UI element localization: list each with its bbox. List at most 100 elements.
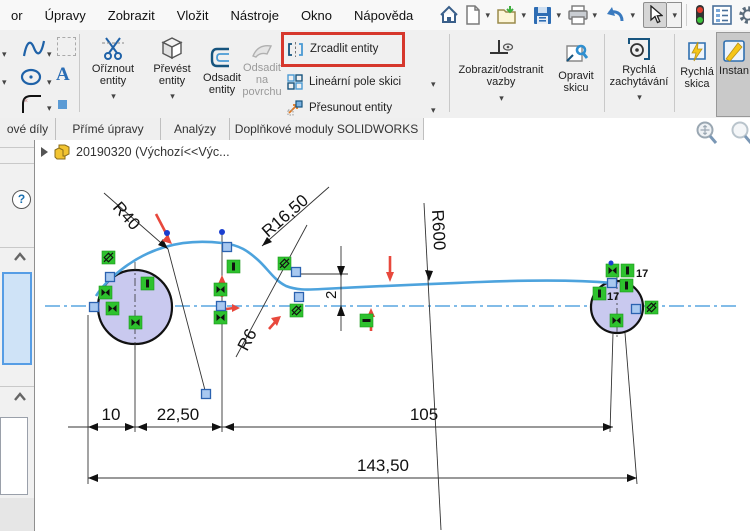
options-button[interactable]: ▾ [735, 2, 750, 28]
select-tool-button[interactable] [643, 2, 668, 28]
tangent-constraint-icon[interactable] [289, 303, 304, 318]
fillet-tool-icon[interactable]: × [20, 92, 44, 116]
sketch-point-handle[interactable] [215, 300, 227, 312]
repair-sketch-button[interactable]: Opravit skicu [551, 42, 601, 94]
groupbox-collapse-chevron[interactable] [13, 392, 27, 401]
properties-button[interactable] [709, 2, 735, 28]
sketch-point-handle[interactable] [606, 277, 618, 289]
rapid-sketch-button[interactable]: Rychlá skica [677, 40, 717, 90]
new-document-dropdown[interactable]: ▾ [483, 10, 492, 21]
sketch-point-handle[interactable] [200, 388, 212, 400]
dim-143-50[interactable]: 143,50 [357, 456, 409, 475]
groupbox-collapse-chevron[interactable] [13, 252, 27, 261]
trim-entities-button[interactable]: Oříznout entity ▾ [82, 35, 144, 102]
graphics-area[interactable]: 20190320 (Výchozí<<Výc... R40 R16,50 R6 … [35, 140, 750, 531]
coincident-constraint-icon[interactable] [605, 263, 620, 278]
endpoint-dot[interactable] [608, 260, 614, 266]
vertical-constraint-icon[interactable] [592, 286, 607, 301]
quick-snaps-dropdown[interactable]: ▾ [637, 92, 642, 102]
menu-soubor-cut[interactable]: or [0, 0, 34, 30]
mirror-selection-listbox[interactable] [2, 272, 32, 365]
sketch-point-handle[interactable] [630, 303, 642, 315]
zoom-fit-icon[interactable] [694, 120, 720, 146]
menu-napoveda[interactable]: Nápověda [343, 0, 424, 30]
coincident-constraint-icon[interactable] [105, 301, 120, 316]
coincident-constraint-icon[interactable] [213, 310, 228, 325]
save-dropdown[interactable]: ▾ [554, 10, 563, 21]
dim-r40[interactable]: R40 [109, 198, 144, 234]
dim-2[interactable]: 2 [323, 291, 340, 299]
menu-zobrazit[interactable]: Zobrazit [97, 0, 166, 30]
vertical-constraint-icon[interactable] [140, 276, 155, 291]
display-delete-relations-button[interactable]: Zobrazit/odstranit vazby ▾ [453, 38, 549, 104]
sketch-point-handle[interactable] [221, 241, 233, 253]
coincident-constraint-icon[interactable] [98, 285, 113, 300]
fillet-dropdown[interactable]: ▾ [46, 98, 52, 116]
dim-r16-50[interactable]: R16,50 [258, 191, 312, 241]
print-dropdown[interactable]: ▾ [590, 10, 599, 21]
print-button[interactable]: ▾ [565, 2, 601, 28]
convert-dropdown[interactable]: ▾ [170, 91, 175, 101]
spline-flyout-stub[interactable]: ▾ [1, 44, 7, 62]
circle-tool-icon[interactable] [20, 66, 42, 88]
sketch-point-handle[interactable] [293, 291, 305, 303]
spline-tool-icon[interactable] [22, 38, 46, 60]
sketch-point-handle[interactable] [104, 271, 116, 283]
coincident-constraint-icon[interactable] [128, 315, 143, 330]
tab-analyzy[interactable]: Analýzy [161, 118, 230, 140]
r600-leader[interactable] [423, 202, 442, 531]
select-tool-dropdown[interactable]: ▾ [667, 2, 683, 28]
open-button[interactable]: ▾ [494, 2, 530, 28]
coincident-constraint-icon[interactable] [213, 282, 228, 297]
relations-dropdown[interactable]: ▾ [499, 93, 504, 103]
vertical-constraint-icon[interactable] [226, 259, 241, 274]
tab-doplnkove-moduly[interactable]: Doplňkové moduly SOLIDWORKS [230, 118, 424, 140]
linear-sketch-pattern-button[interactable]: Lineární pole skici [287, 70, 401, 94]
dim-r600[interactable]: R600 [428, 209, 449, 251]
undo-dropdown[interactable]: ▾ [628, 10, 637, 21]
undo-button[interactable]: ▾ [601, 2, 639, 28]
vertical-constraint-icon[interactable] [619, 278, 634, 293]
tangent-constraint-icon[interactable] [101, 250, 116, 265]
sketch-viewport[interactable]: R40 R16,50 R6 R600 2 10 22,50 105 143,50… [35, 140, 750, 531]
dim-22-50[interactable]: 22,50 [157, 405, 200, 424]
convert-entities-button[interactable]: Převést entity ▾ [144, 35, 200, 102]
save-button[interactable]: ▾ [530, 2, 565, 28]
trim-dropdown[interactable]: ▾ [111, 91, 116, 101]
zoom-area-icon[interactable] [729, 120, 750, 146]
move-entities-button[interactable]: Přesunout entity [287, 96, 392, 120]
circle-dropdown[interactable]: ▾ [46, 72, 52, 90]
coincident-constraint-icon[interactable] [609, 313, 624, 328]
home-button[interactable] [436, 2, 462, 28]
dim-105[interactable]: 105 [410, 405, 438, 424]
move-entities-dropdown[interactable]: ▾ [430, 100, 436, 118]
tangent-constraint-icon[interactable] [277, 256, 292, 271]
endpoint-dot[interactable] [219, 229, 225, 235]
instant2d-button[interactable]: Instan [716, 32, 750, 117]
dim-r6[interactable]: R6 [234, 326, 261, 354]
spline-dropdown[interactable]: ▾ [46, 44, 52, 62]
mirror-entities-button[interactable]: Zrcadlit entity [287, 37, 378, 61]
quick-snaps-button[interactable]: Rychlá zachytávání ▾ [607, 36, 671, 103]
mirror-about-listbox[interactable] [0, 417, 28, 495]
horizontal-constraint-icon[interactable] [359, 313, 374, 328]
vertical-constraint-icon[interactable] [620, 263, 635, 278]
tab-plechove-dily[interactable]: ové díly [0, 118, 56, 140]
menu-nastroje[interactable]: Nástroje [220, 0, 290, 30]
rebuild-button[interactable] [691, 2, 709, 28]
open-dropdown[interactable]: ▾ [519, 10, 528, 21]
menu-okno[interactable]: Okno [290, 0, 343, 30]
text-tool-icon[interactable]: A [56, 64, 70, 86]
help-icon[interactable]: ? [12, 190, 31, 209]
endpoint-dot[interactable] [164, 230, 170, 236]
circle-flyout-stub[interactable]: ▾ [1, 72, 7, 90]
linear-pattern-dropdown[interactable]: ▾ [430, 74, 436, 92]
sketch-point-handle[interactable] [290, 266, 302, 278]
tab-prime-upravy[interactable]: Přímé úpravy [56, 118, 161, 140]
point-tool-icon[interactable] [58, 100, 67, 109]
dim-10[interactable]: 10 [102, 405, 121, 424]
new-document-button[interactable]: ▾ [462, 2, 494, 28]
sketch-point-handle[interactable] [88, 301, 100, 313]
menu-vlozit[interactable]: Vložit [166, 0, 220, 30]
menu-upravy[interactable]: Úpravy [34, 0, 97, 30]
